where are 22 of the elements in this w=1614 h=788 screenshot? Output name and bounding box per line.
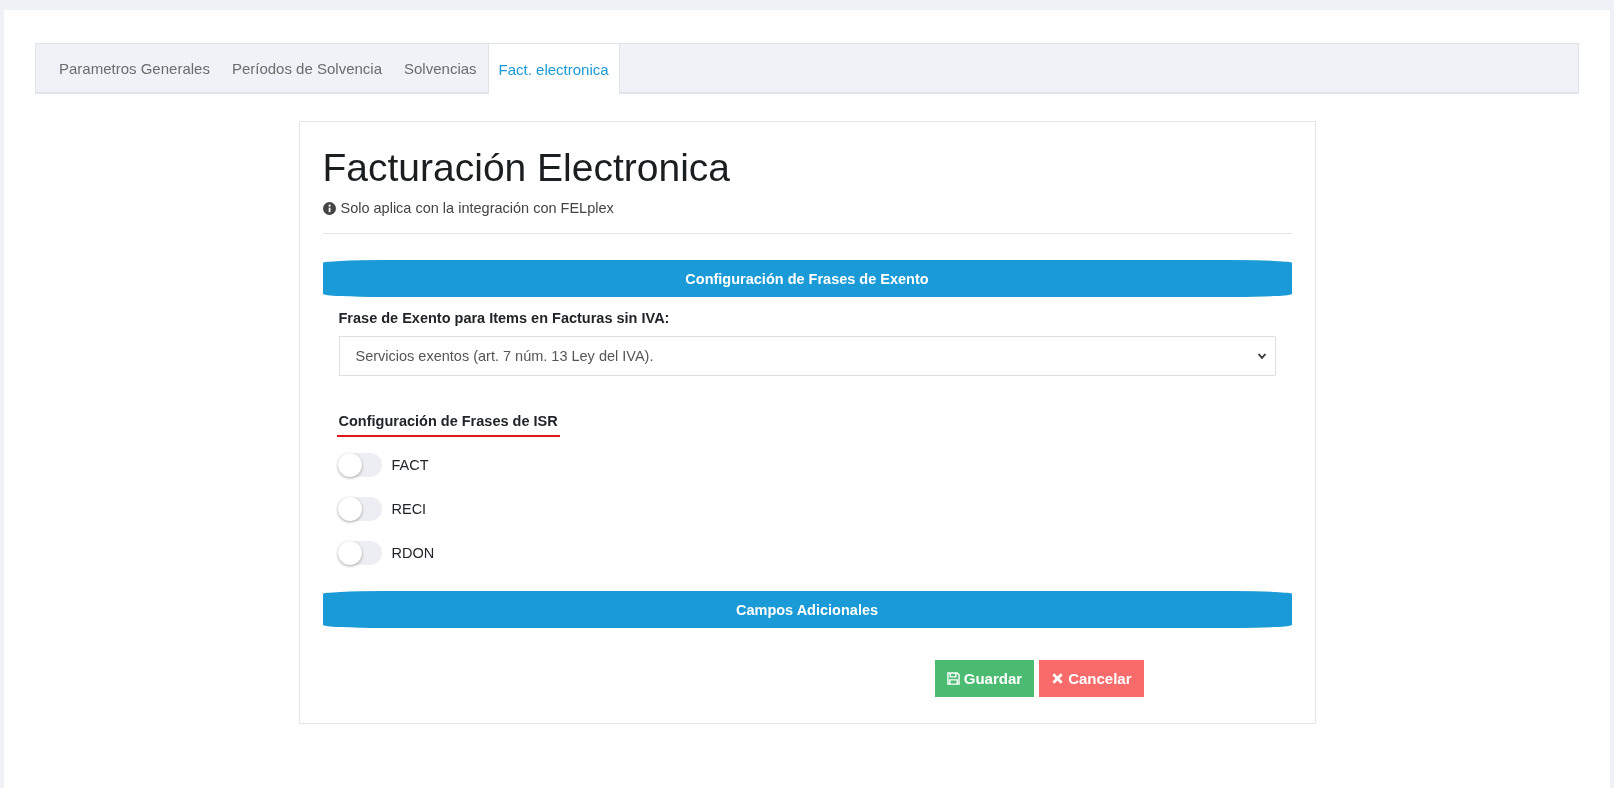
cancel-button[interactable]: Cancelar: [1039, 660, 1144, 697]
page-title: Facturación Electronica: [322, 145, 732, 191]
tab[interactable]: Períodos de Solvencia: [220, 44, 393, 92]
toggle-switch[interactable]: [337, 497, 382, 521]
field-label: Frase de Exento para Items en Facturas sin IVA:: [338, 310, 671, 326]
note-text: Solo aplica con la integración con FELplex: [340, 200, 614, 216]
info-icon: [322, 201, 336, 215]
toggle-label: RECI: [391, 501, 427, 517]
toggle-switch[interactable]: [337, 541, 382, 565]
section-heading: Configuración de Frases de ISR: [336, 413, 560, 437]
section-header: Configuración de Frases de Exento: [322, 260, 1292, 297]
select-field[interactable]: Servicios exentos (art. 7 núm. 13 Ley del IVA).: [338, 336, 1276, 376]
tab[interactable]: Fact. electronica: [487, 44, 620, 94]
toggle-label: FACT: [391, 457, 429, 473]
chevron-down-icon: [1256, 351, 1267, 361]
toggle-switch[interactable]: [337, 453, 382, 477]
tab[interactable]: Solvencias: [393, 44, 488, 92]
section-header: Campos Adicionales: [322, 591, 1292, 628]
toggle-label: RDON: [391, 545, 435, 561]
tab[interactable]: Parametros Generales: [48, 44, 221, 92]
save-button[interactable]: Guardar: [934, 660, 1035, 697]
close-icon: [1051, 672, 1065, 685]
